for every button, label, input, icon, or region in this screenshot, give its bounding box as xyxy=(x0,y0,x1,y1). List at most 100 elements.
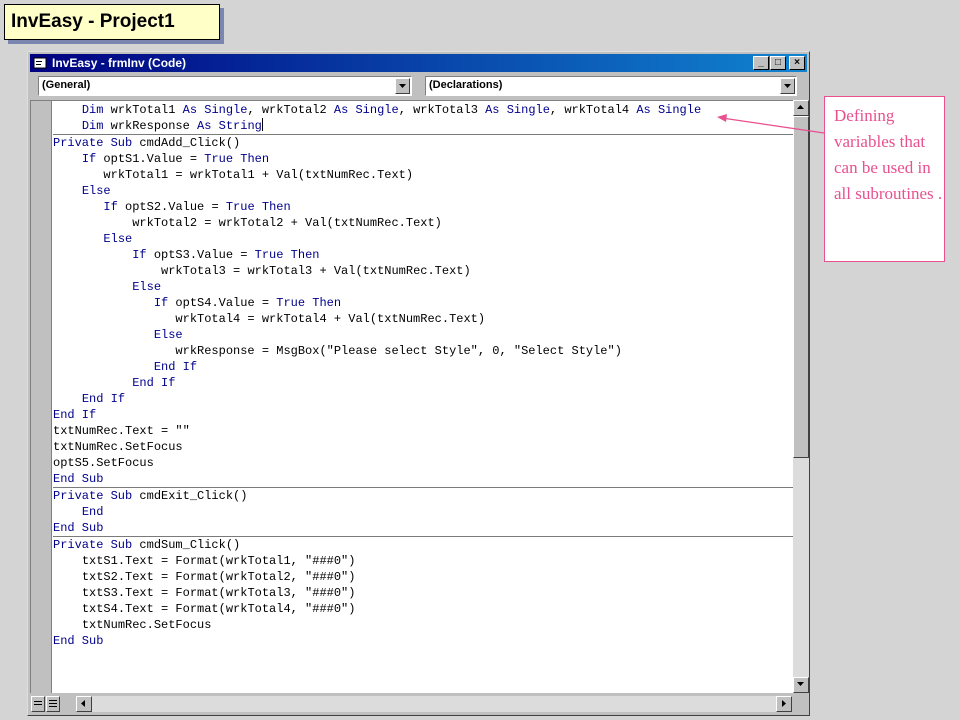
code-keyword: If xyxy=(81,152,97,166)
code-keyword: Else xyxy=(153,328,183,342)
code-line[interactable]: Private Sub cmdSum_Click() xyxy=(53,537,793,553)
code-window: InvEasy - frmInv (Code) _ □ × (General) … xyxy=(27,51,810,716)
code-line[interactable]: If optS4.Value = True Then xyxy=(53,295,793,311)
maximize-button[interactable]: □ xyxy=(770,56,786,70)
text-cursor xyxy=(261,118,263,131)
code-line[interactable]: End Sub xyxy=(53,633,793,649)
code-line[interactable]: txtNumRec.SetFocus xyxy=(53,617,793,633)
code-text: txtS4.Text = Format(wrkTotal4, "###0") xyxy=(81,602,356,616)
code-text: cmdAdd_Click() xyxy=(132,136,241,150)
procedure-view-icon[interactable] xyxy=(31,696,45,712)
code-line[interactable]: If optS2.Value = True Then xyxy=(53,199,793,215)
object-combo[interactable]: (General) xyxy=(38,76,412,96)
vertical-scroll-thumb[interactable] xyxy=(793,116,809,458)
code-keyword: Dim xyxy=(81,119,104,133)
code-line[interactable]: optS5.SetFocus xyxy=(53,455,793,471)
code-keyword: End If xyxy=(81,392,126,406)
object-combo-value: (General) xyxy=(42,79,91,91)
code-text: , wrkTotal2 xyxy=(247,103,334,117)
code-line[interactable]: If optS3.Value = True Then xyxy=(53,247,793,263)
code-keyword: End Sub xyxy=(53,521,104,535)
dropdown-arrow-icon[interactable] xyxy=(395,78,410,94)
code-text: wrkResponse = MsgBox("Please select Styl… xyxy=(175,344,622,358)
code-keyword: If xyxy=(153,296,169,310)
code-line[interactable]: End Sub xyxy=(53,471,793,487)
code-text: wrkTotal4 = wrkTotal4 + Val(txtNumRec.Te… xyxy=(175,312,486,326)
code-line[interactable]: End If xyxy=(53,359,793,375)
code-keyword: As Single xyxy=(333,103,399,117)
code-line[interactable]: txtS1.Text = Format(wrkTotal1, "###0") xyxy=(53,553,793,569)
code-keyword: True Then xyxy=(254,248,320,262)
editor-bottom-bar xyxy=(30,695,808,713)
margin-indicator-bar[interactable] xyxy=(31,101,52,693)
code-text: wrkResponse xyxy=(103,119,198,133)
code-text: optS4.Value = xyxy=(168,296,277,310)
window-titlebar[interactable]: InvEasy - frmInv (Code) _ □ × xyxy=(30,54,807,72)
code-keyword: True Then xyxy=(204,152,270,166)
code-line[interactable]: End If xyxy=(53,407,793,423)
code-line[interactable]: Else xyxy=(53,327,793,343)
dropdown-arrow-icon[interactable] xyxy=(780,78,795,94)
code-line[interactable]: Else xyxy=(53,279,793,295)
code-keyword: As Single xyxy=(485,103,550,117)
code-line[interactable]: txtS4.Text = Format(wrkTotal4, "###0") xyxy=(53,601,793,617)
code-keyword: True Then xyxy=(276,296,342,310)
code-keyword: As String xyxy=(197,119,262,133)
code-line[interactable]: txtS2.Text = Format(wrkTotal2, "###0") xyxy=(53,569,793,585)
code-keyword: End If xyxy=(132,376,176,390)
code-line[interactable]: wrkTotal2 = wrkTotal2 + Val(txtNumRec.Te… xyxy=(53,215,793,231)
code-keyword: If xyxy=(103,200,118,214)
code-line[interactable]: txtNumRec.SetFocus xyxy=(53,439,793,455)
code-text: txtS3.Text = Format(wrkTotal3, "###0") xyxy=(81,586,356,600)
code-keyword: True Then xyxy=(225,200,291,214)
code-keyword: As Single xyxy=(182,103,248,117)
scroll-down-icon[interactable] xyxy=(793,677,809,693)
code-line[interactable]: Dim wrkResponse As String xyxy=(53,118,793,134)
code-line[interactable]: Dim wrkTotal1 As Single, wrkTotal2 As Si… xyxy=(53,102,793,118)
code-text: , wrkTotal3 xyxy=(398,103,486,117)
code-line[interactable]: Private Sub cmdAdd_Click() xyxy=(53,135,793,151)
code-keyword: End Sub xyxy=(53,634,104,648)
code-line[interactable]: End Sub xyxy=(53,520,793,536)
close-button[interactable]: × xyxy=(789,56,805,70)
code-keyword: Else xyxy=(132,280,162,294)
code-line[interactable]: wrkTotal4 = wrkTotal4 + Val(txtNumRec.Te… xyxy=(53,311,793,327)
code-line[interactable]: End xyxy=(53,504,793,520)
scroll-right-icon[interactable] xyxy=(776,696,792,712)
code-line[interactable]: Private Sub cmdExit_Click() xyxy=(53,488,793,504)
code-line[interactable]: If optS1.Value = True Then xyxy=(53,151,793,167)
code-line[interactable]: End If xyxy=(53,375,793,391)
code-text: txtNumRec.Text = "" xyxy=(53,424,190,438)
code-text: wrkTotal1 = wrkTotal1 + Val(txtNumRec.Te… xyxy=(103,168,414,182)
minimize-button[interactable]: _ xyxy=(753,56,769,70)
code-keyword: Else xyxy=(81,184,111,198)
code-line[interactable]: wrkTotal1 = wrkTotal1 + Val(txtNumRec.Te… xyxy=(53,167,793,183)
code-text: optS5.SetFocus xyxy=(53,456,154,470)
code-line[interactable]: Else xyxy=(53,183,793,199)
code-text: wrkTotal3 = wrkTotal3 + Val(txtNumRec.Te… xyxy=(161,264,471,278)
full-module-view-icon[interactable] xyxy=(46,696,60,712)
code-line[interactable]: Else xyxy=(53,231,793,247)
code-line[interactable]: End If xyxy=(53,391,793,407)
code-line[interactable]: txtS3.Text = Format(wrkTotal3, "###0") xyxy=(53,585,793,601)
scroll-left-icon[interactable] xyxy=(76,696,92,712)
code-text: txtNumRec.SetFocus xyxy=(53,440,183,454)
code-keyword: End If xyxy=(53,408,97,422)
code-keyword: End Sub xyxy=(53,472,104,486)
procedure-combo[interactable]: (Declarations) xyxy=(425,76,797,96)
code-keyword: End xyxy=(81,505,104,519)
code-line[interactable]: wrkResponse = MsgBox("Please select Styl… xyxy=(53,343,793,359)
code-text: txtS2.Text = Format(wrkTotal2, "###0") xyxy=(81,570,356,584)
code-text: cmdSum_Click() xyxy=(132,538,241,552)
slide-title: InvEasy - Project1 xyxy=(4,4,220,40)
horizontal-scrollbar[interactable] xyxy=(76,696,792,712)
code-text-area[interactable]: Dim wrkTotal1 As Single, wrkTotal2 As Si… xyxy=(53,102,793,692)
code-text: txtNumRec.SetFocus xyxy=(81,618,212,632)
procedure-combo-value: (Declarations) xyxy=(429,79,503,91)
code-editor[interactable]: Dim wrkTotal1 As Single, wrkTotal2 As Si… xyxy=(30,100,806,693)
vertical-scrollbar[interactable] xyxy=(793,100,809,693)
code-text: wrkTotal1 xyxy=(103,103,183,117)
code-line[interactable]: txtNumRec.Text = "" xyxy=(53,423,793,439)
code-line[interactable]: wrkTotal3 = wrkTotal3 + Val(txtNumRec.Te… xyxy=(53,263,793,279)
code-keyword: If xyxy=(132,248,147,262)
